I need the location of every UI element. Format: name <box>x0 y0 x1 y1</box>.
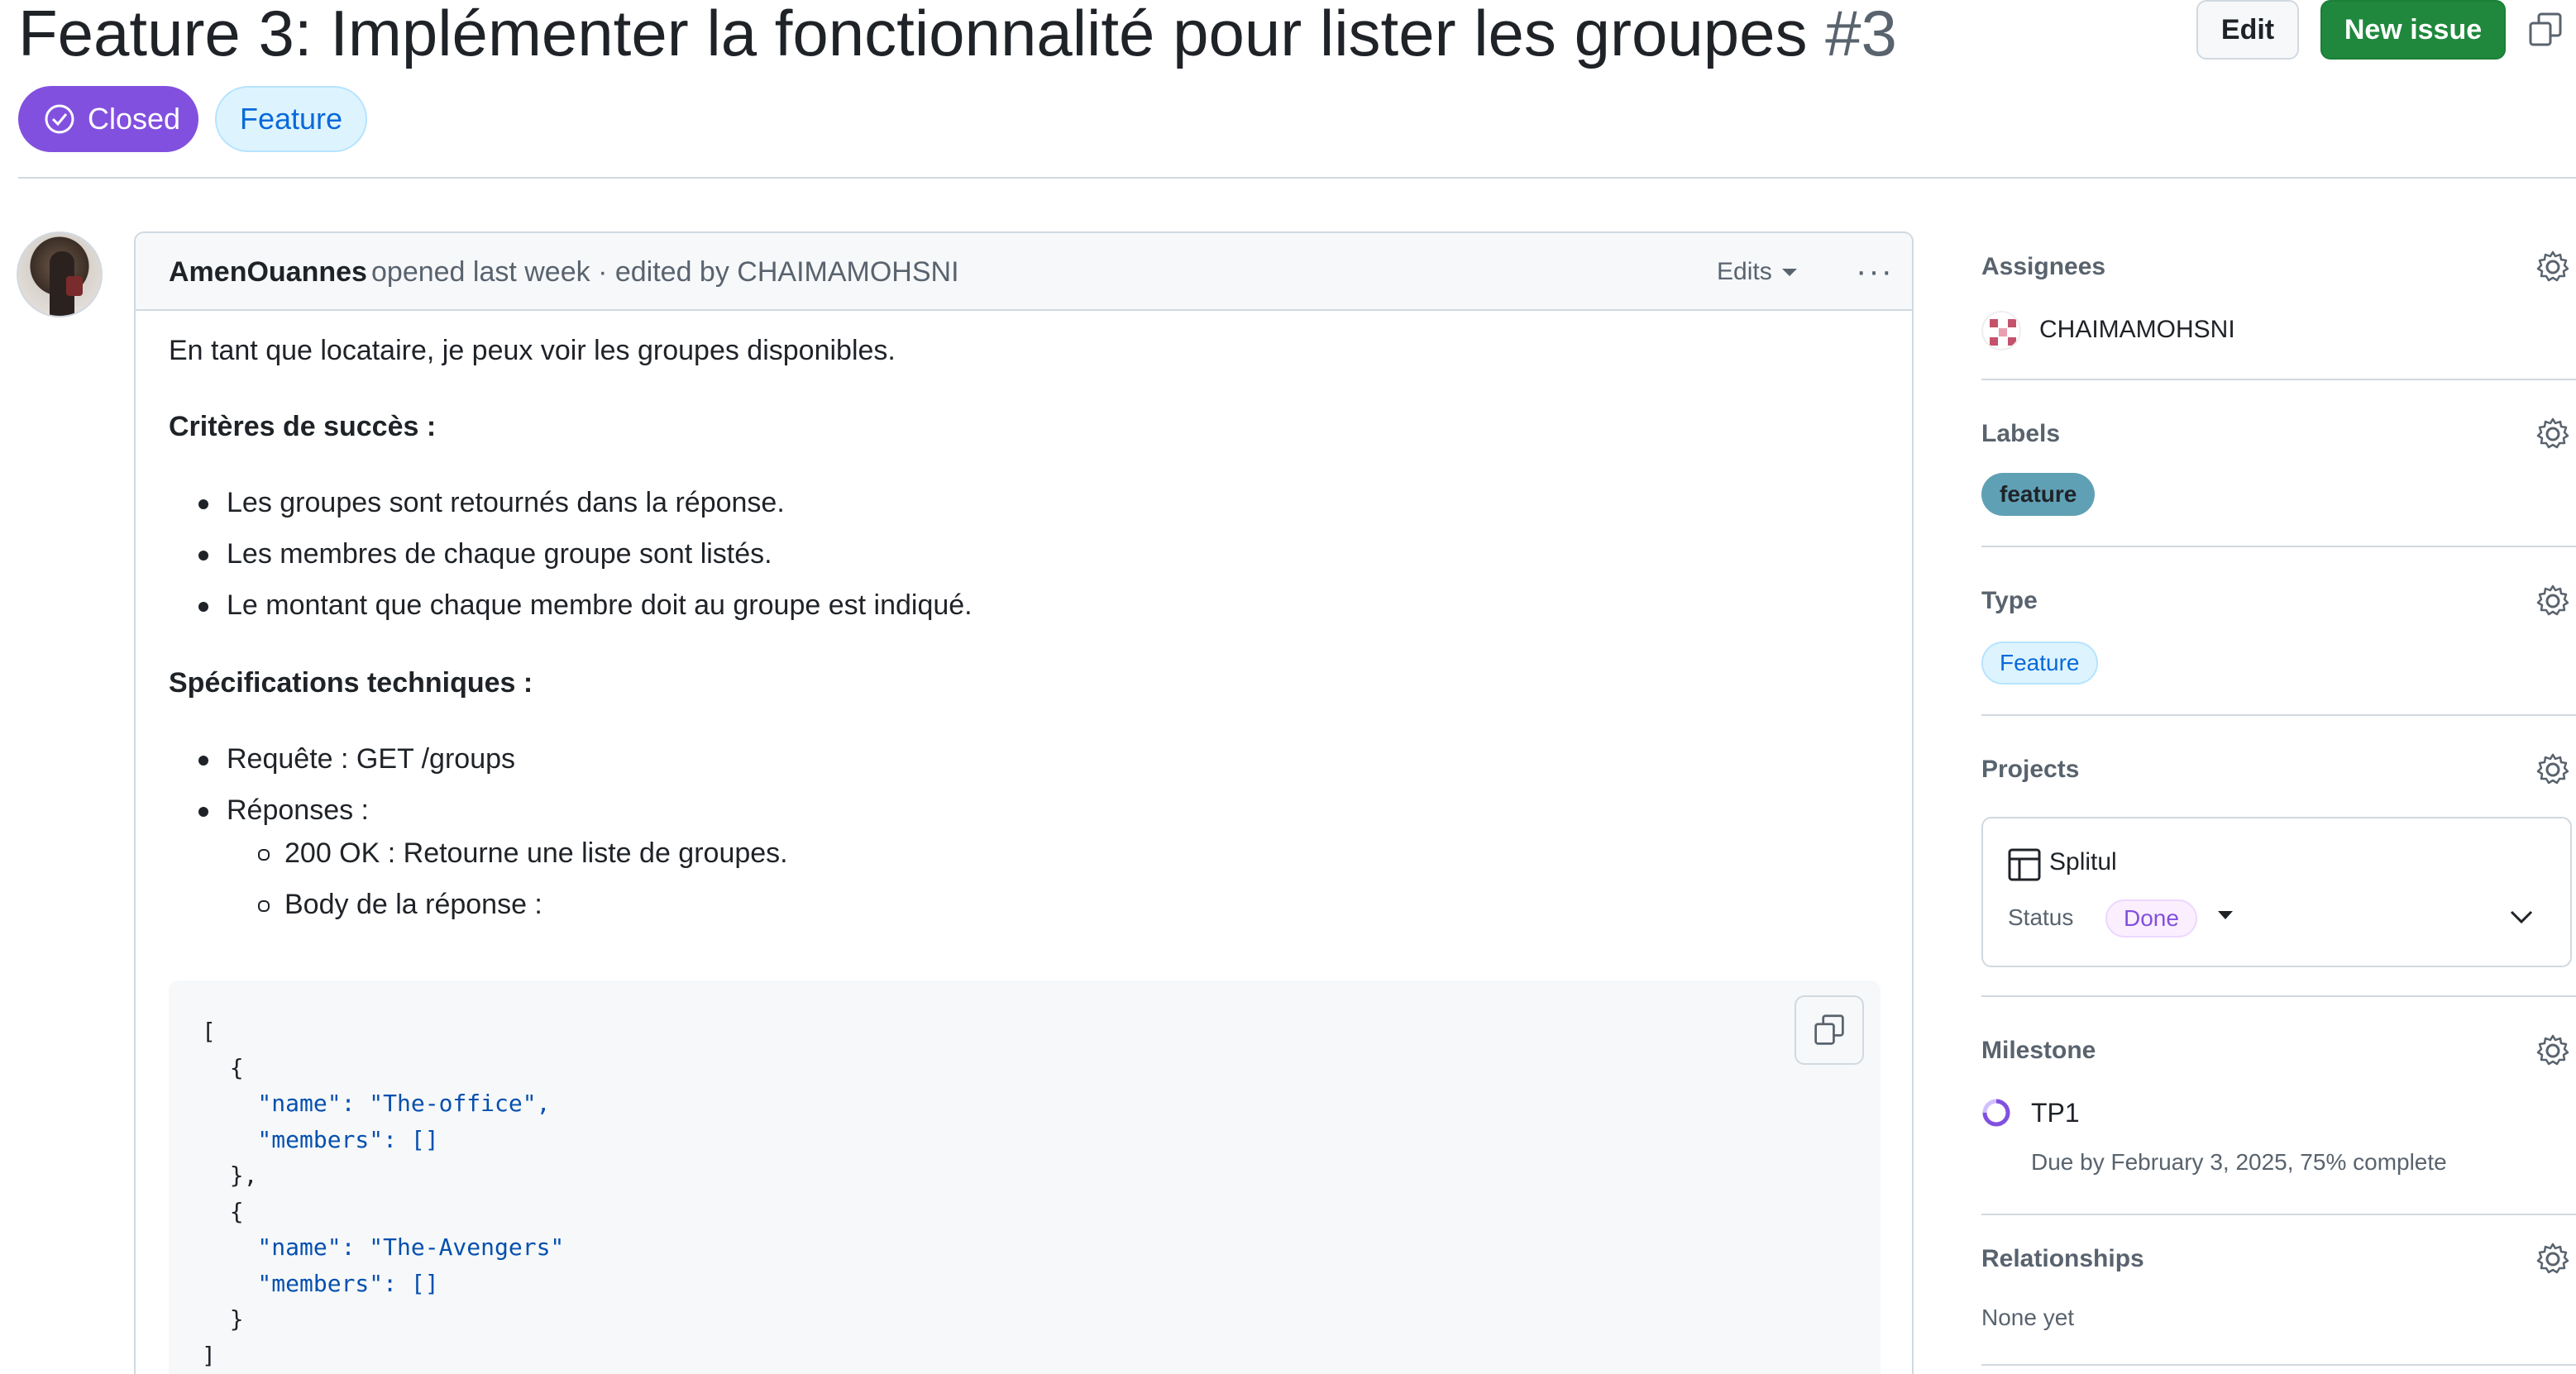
project-status-value[interactable]: Done <box>2105 899 2197 937</box>
header-divider <box>18 177 2576 179</box>
sidebar-divider <box>1981 546 2576 547</box>
code-line: "members": [] <box>202 1125 439 1153</box>
list-item: Réponses : <box>198 792 369 828</box>
labels-title: Labels <box>1981 420 2061 447</box>
copy-code-button[interactable] <box>1795 995 1864 1065</box>
code-line: { <box>202 1053 244 1081</box>
comment-meta: opened last week · edited by CHAIMAMOHSN… <box>371 256 959 288</box>
code-line: "name": "The-office", <box>202 1090 551 1117</box>
check-circle-icon <box>45 104 74 134</box>
list-item: Les membres de chaque groupe sont listés… <box>198 536 772 572</box>
relationships-value: None yet <box>1981 1305 2075 1330</box>
edits-label: Edits <box>1717 258 1772 285</box>
more-options-icon[interactable]: ··· <box>1856 253 1894 290</box>
gear-icon[interactable] <box>2535 1242 2570 1276</box>
sidebar-divider <box>1981 1214 2576 1215</box>
code-line: { <box>202 1197 244 1225</box>
type-title: Type <box>1981 587 2038 614</box>
closed-status-badge: Closed <box>18 86 198 152</box>
gear-icon[interactable] <box>2535 752 2570 787</box>
list-item: Requête : GET /groups <box>198 741 515 777</box>
issue-body-comment: AmenOuannes opened last week · edited by… <box>134 231 1914 1374</box>
sidebar-divider <box>1981 995 2576 997</box>
sidebar-divider <box>1981 1364 2576 1366</box>
code-line: "members": [] <box>202 1269 439 1297</box>
project-name[interactable]: Splitul <box>2049 848 2117 876</box>
gear-icon[interactable] <box>2535 250 2570 284</box>
code-line: } <box>202 1305 244 1333</box>
comment-author[interactable]: AmenOuannes <box>169 256 367 289</box>
milestone-progress-icon <box>1982 1099 2010 1127</box>
code-line: }, <box>202 1162 258 1189</box>
list-item: Le montant que chaque membre doit au gro… <box>198 587 973 623</box>
comment-header: AmenOuannes opened last week · edited by… <box>136 233 1912 311</box>
caret-down-icon[interactable] <box>2218 911 2233 919</box>
code-content: [ { "name": "The-office", "members": [] … <box>202 1014 564 1373</box>
caret-down-icon <box>1781 269 1797 276</box>
avatar-figure-detail <box>66 276 83 296</box>
sidebar-divider <box>1981 714 2576 716</box>
chevron-down-icon[interactable] <box>2509 908 2534 926</box>
issue-title-text: Feature 3: Implémenter la fonctionnalité… <box>18 0 1808 69</box>
copy-icon[interactable] <box>2527 12 2564 48</box>
intro-text: En tant que locataire, je peux voir les … <box>169 335 896 366</box>
project-card: Splitul Status Done <box>1981 817 2572 967</box>
identicon-icon <box>1990 319 2016 346</box>
project-status-label: Status <box>2008 904 2074 930</box>
specs-heading: Spécifications techniques : <box>169 667 533 699</box>
edit-button[interactable]: Edit <box>2196 0 2299 60</box>
label-feature[interactable]: feature <box>1981 473 2096 516</box>
code-block: [ { "name": "The-office", "members": [] … <box>169 980 1881 1374</box>
assignee-avatar[interactable] <box>1981 311 2021 351</box>
code-line: [ <box>202 1018 216 1045</box>
copy-icon <box>1814 1014 1844 1045</box>
code-line: "name": "The-Avengers" <box>202 1233 565 1261</box>
assignee-name[interactable]: CHAIMAMOHSNI <box>2039 316 2235 344</box>
gear-icon[interactable] <box>2535 1033 2570 1068</box>
gear-icon[interactable] <box>2535 584 2570 618</box>
projects-title: Projects <box>1981 756 2080 783</box>
type-value[interactable]: Feature <box>1981 642 2098 685</box>
gear-icon[interactable] <box>2535 417 2570 451</box>
milestone-due: Due by February 3, 2025, 75% complete <box>2031 1149 2447 1175</box>
list-item: 200 OK : Retourne une liste de groupes. <box>258 835 788 871</box>
milestone-name[interactable]: TP1 <box>2031 1098 2080 1128</box>
issue-sidebar: Assignees CHAIMAMOHSNI Labels feature Ty… <box>1981 231 2576 1374</box>
sidebar-divider <box>1981 379 2576 380</box>
new-issue-button[interactable]: New issue <box>2320 0 2506 60</box>
criteria-heading: Critères de succès : <box>169 411 437 442</box>
list-item: Body de la réponse : <box>258 886 542 923</box>
closed-status-label: Closed <box>88 102 181 136</box>
issue-type-badge[interactable]: Feature <box>215 86 367 152</box>
edits-dropdown[interactable]: Edits <box>1717 258 1797 286</box>
milestone-title: Milestone <box>1981 1037 2096 1064</box>
list-item: Les groupes sont retournés dans la répon… <box>198 484 785 521</box>
code-line: ] <box>202 1341 216 1369</box>
issue-number: #3 <box>1825 0 1897 69</box>
table-icon <box>2008 848 2041 881</box>
issue-title: Feature 3: Implémenter la fonctionnalité… <box>18 0 1897 66</box>
author-avatar[interactable] <box>17 231 103 317</box>
assignees-title: Assignees <box>1981 253 2106 280</box>
relationships-title: Relationships <box>1981 1245 2144 1272</box>
